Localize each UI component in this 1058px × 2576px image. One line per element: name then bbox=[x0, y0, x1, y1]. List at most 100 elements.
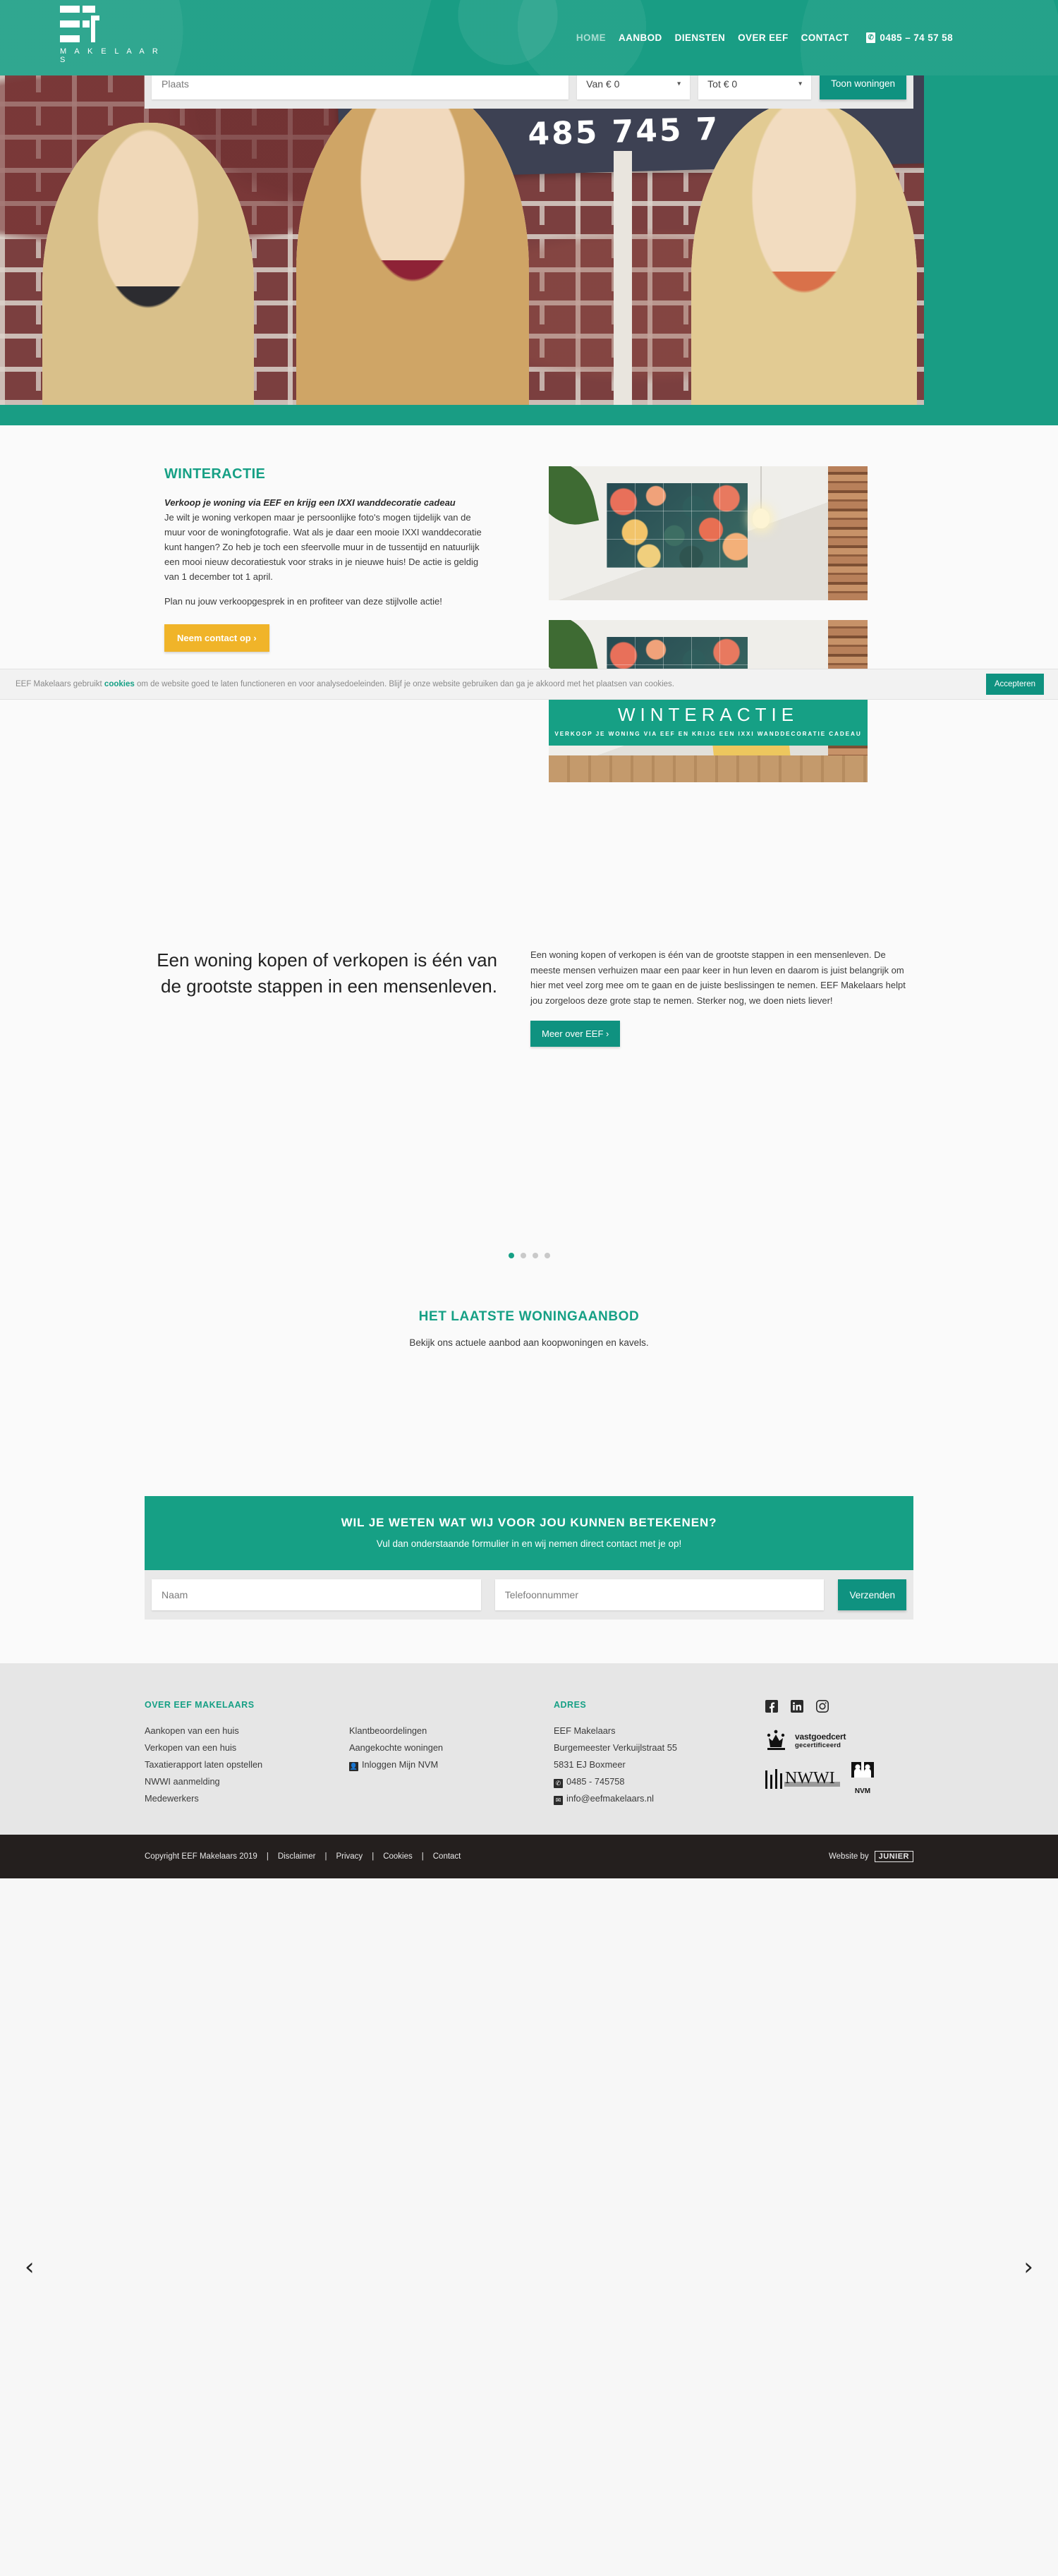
envelope-icon: ✉ bbox=[554, 1795, 563, 1805]
wooden-floor bbox=[549, 755, 868, 782]
latest-properties-section: HET LAATSTE WONINGAANBOD Bekijk ons actu… bbox=[0, 1258, 1058, 1497]
header-phone-number: 0485 – 74 57 58 bbox=[880, 32, 953, 43]
header-phone-link[interactable]: ✆ 0485 – 74 57 58 bbox=[855, 32, 959, 43]
bottom-link-privacy[interactable]: Privacy bbox=[336, 1852, 363, 1861]
site-logo[interactable]: M A K E L A A R S bbox=[60, 6, 173, 64]
bottom-link-cookies[interactable]: Cookies bbox=[383, 1852, 413, 1861]
latest-properties-heading: HET LAATSTE WONINGAANBOD bbox=[418, 1309, 640, 1325]
footer-link-nwwi[interactable]: NWWI aanmelding bbox=[145, 1773, 349, 1790]
winteractie-overlay-band: WINTERACTIE VERKOOP JE WONING VIA EEF EN… bbox=[549, 695, 868, 746]
logo-subtitle: M A K E L A A R S bbox=[60, 47, 162, 64]
more-about-eef-button[interactable]: Meer over EEF › bbox=[530, 1021, 621, 1047]
footer-address-column: ADRES EEF Makelaars Burgemeester Verkuij… bbox=[554, 1700, 765, 1806]
nav-item-diensten[interactable]: DIENSTEN bbox=[669, 32, 731, 43]
search-place-input[interactable] bbox=[152, 75, 569, 99]
nav-item-contact[interactable]: CONTACT bbox=[795, 32, 856, 43]
slider-prev-arrow-icon[interactable]: ‹ bbox=[25, 2255, 35, 2279]
social-links bbox=[765, 1700, 913, 1713]
main-nav: HOME AANBOD DIENSTEN OVER EEF CONTACT ✆ … bbox=[570, 0, 1058, 75]
contact-phone-input[interactable] bbox=[494, 1579, 825, 1611]
quality-logos: NWWI NVM bbox=[765, 1762, 913, 1795]
footer-link-aangekochte-woningen[interactable]: Aangekochte woningen bbox=[349, 1739, 554, 1756]
sign-phone-text: 485 745 7 bbox=[527, 111, 721, 153]
winteractie-paragraph-1: Je wilt je woning verkopen maar je perso… bbox=[164, 512, 482, 583]
contact-cta-button[interactable]: Neem contact op › bbox=[164, 624, 269, 652]
latest-properties-subtitle: Bekijk ons actuele aanbod aan koopwoning… bbox=[409, 1337, 649, 1349]
price-from-select-wrap[interactable]: Van € 0 ▾ bbox=[577, 75, 691, 99]
nav-item-aanbod[interactable]: AANBOD bbox=[612, 32, 669, 43]
intro-slider-section: Een woning kopen of verkopen is één van … bbox=[0, 802, 1058, 2279]
slider-dots bbox=[0, 1047, 1058, 1259]
price-from-select[interactable]: Van € 0 bbox=[577, 75, 691, 99]
cookie-banner-text: EEF Makelaars gebruikt cookies om de web… bbox=[16, 680, 986, 688]
gecertificeerd-label: gecertificeerd bbox=[795, 1741, 841, 1749]
footer-link-inloggen-nvm[interactable]: 👤 Inloggen Mijn NVM bbox=[349, 1756, 554, 1773]
intro-heading-column: Een woning kopen of verkopen is één van … bbox=[145, 947, 529, 1047]
show-properties-button[interactable]: Toon woningen bbox=[820, 75, 906, 99]
nav-item-over-eef[interactable]: OVER EEF bbox=[731, 32, 794, 43]
slider-dot-4[interactable] bbox=[544, 1253, 550, 1259]
user-icon: 👤 bbox=[349, 1761, 358, 1771]
contact-cta-form: Verzenden bbox=[145, 1570, 913, 1620]
site-footer: OVER EEF MAKELAARS Aankopen van een huis… bbox=[0, 1663, 1058, 1835]
sign-pole bbox=[614, 151, 632, 405]
footer-email[interactable]: ✉ info@eefmakelaars.nl bbox=[554, 1790, 765, 1807]
slider-dot-2[interactable] bbox=[520, 1253, 526, 1259]
footer-about-column: OVER EEF MAKELAARS Aankopen van een huis… bbox=[145, 1700, 554, 1806]
cookie-accept-button[interactable]: Accepteren bbox=[985, 674, 1044, 695]
slider-dot-1[interactable] bbox=[508, 1253, 514, 1259]
winteractie-image-column: WINTERACTIE VERKOOP JE WONING VIA EEF EN… bbox=[529, 466, 913, 802]
footer-phone[interactable]: ✆ 0485 - 745758 bbox=[554, 1773, 765, 1790]
firewood-stack bbox=[828, 466, 868, 600]
light-bulb-icon bbox=[753, 509, 770, 528]
slider-next-arrow-icon[interactable]: › bbox=[1023, 2255, 1033, 2279]
contact-cta-header: WIL JE WETEN WAT WIJ VOOR JOU KUNNEN BET… bbox=[145, 1496, 913, 1571]
cookie-banner: EEF Makelaars gebruikt cookies om de web… bbox=[0, 669, 1058, 700]
winteractie-heading: WINTERACTIE bbox=[164, 466, 266, 482]
site-header: M A K E L A A R S HOME AANBOD DIENSTEN O… bbox=[0, 0, 1058, 75]
copyright-text: Copyright EEF Makelaars 2019 bbox=[145, 1852, 257, 1861]
nvm-logo: NVM bbox=[850, 1762, 875, 1795]
cookie-text-after: om de website goed te laten functioneren… bbox=[134, 680, 674, 688]
winteractie-image-2: WINTERACTIE VERKOOP JE WONING VIA EEF EN… bbox=[549, 620, 868, 782]
winteractie-paragraph-2: Plan nu jouw verkoopgesprek in en profit… bbox=[164, 596, 442, 607]
hero-photo: v.eefmakelaars.nl 485 745 7 NVM bbox=[0, 75, 924, 405]
separator: | bbox=[324, 1852, 327, 1861]
intro-body: Een woning kopen of verkopen is één van … bbox=[530, 949, 906, 1006]
bottom-link-contact[interactable]: Contact bbox=[433, 1852, 461, 1861]
footer-link-medewerkers[interactable]: Medewerkers bbox=[145, 1790, 349, 1807]
bottom-link-disclaimer[interactable]: Disclaimer bbox=[278, 1852, 316, 1861]
cookie-policy-link[interactable]: cookies bbox=[104, 680, 135, 688]
phone-icon: ✆ bbox=[554, 1778, 563, 1788]
footer-about-heading: OVER EEF MAKELAARS bbox=[145, 1700, 255, 1711]
contact-name-input[interactable] bbox=[152, 1579, 481, 1611]
crown-icon bbox=[767, 1730, 785, 1751]
footer-link-taxatierapport[interactable]: Taxatierapport laten opstellen bbox=[145, 1756, 349, 1773]
slider-dot-3[interactable] bbox=[532, 1253, 538, 1259]
winteractie-text-column: WINTERACTIE Verkoop je woning via EEF en… bbox=[145, 466, 529, 802]
property-search-panel: Van € 0 ▾ Tot € 0 ▾ Toon woningen bbox=[145, 75, 913, 109]
footer-link-klantbeoordelingen[interactable]: Klantbeoordelingen bbox=[349, 1723, 554, 1739]
contact-cta-section: WIL JE WETEN WAT WIJ VOOR JOU KUNNEN BET… bbox=[0, 1496, 1058, 1664]
contact-submit-button[interactable]: Verzenden bbox=[838, 1579, 906, 1611]
ixxi-wall-art-1 bbox=[607, 483, 748, 568]
facebook-icon[interactable] bbox=[765, 1700, 778, 1713]
footer-address-line-2: Burgemeester Verkuijlstraat 55 bbox=[554, 1742, 677, 1754]
promo-band-subtitle: VERKOOP JE WONING VIA EEF EN KRIJG EEN I… bbox=[554, 730, 862, 737]
footer-badges-column: vastgoedcert gecertificeerd NWWI NVM bbox=[765, 1700, 913, 1806]
price-to-select-wrap[interactable]: Tot € 0 ▾ bbox=[698, 75, 812, 99]
winteractie-image-1 bbox=[549, 466, 868, 600]
nwwi-logo-icon: NWWI bbox=[765, 1769, 840, 1790]
price-to-select[interactable]: Tot € 0 bbox=[698, 75, 812, 99]
footer-link-verkopen[interactable]: Verkopen van een huis bbox=[145, 1739, 349, 1756]
separator: | bbox=[421, 1852, 424, 1861]
instagram-icon[interactable] bbox=[816, 1700, 829, 1713]
winteractie-lead: Verkoop je woning via EEF en krijg een I… bbox=[164, 497, 456, 508]
footer-address-heading: ADRES bbox=[554, 1700, 587, 1711]
junier-logo[interactable]: JUNIER bbox=[874, 1851, 913, 1863]
promo-band-title: WINTERACTIE bbox=[617, 703, 799, 725]
nav-item-home[interactable]: HOME bbox=[570, 32, 612, 43]
linkedin-icon[interactable] bbox=[791, 1700, 803, 1713]
separator: | bbox=[372, 1852, 375, 1861]
footer-link-aankopen[interactable]: Aankopen van een huis bbox=[145, 1723, 349, 1739]
